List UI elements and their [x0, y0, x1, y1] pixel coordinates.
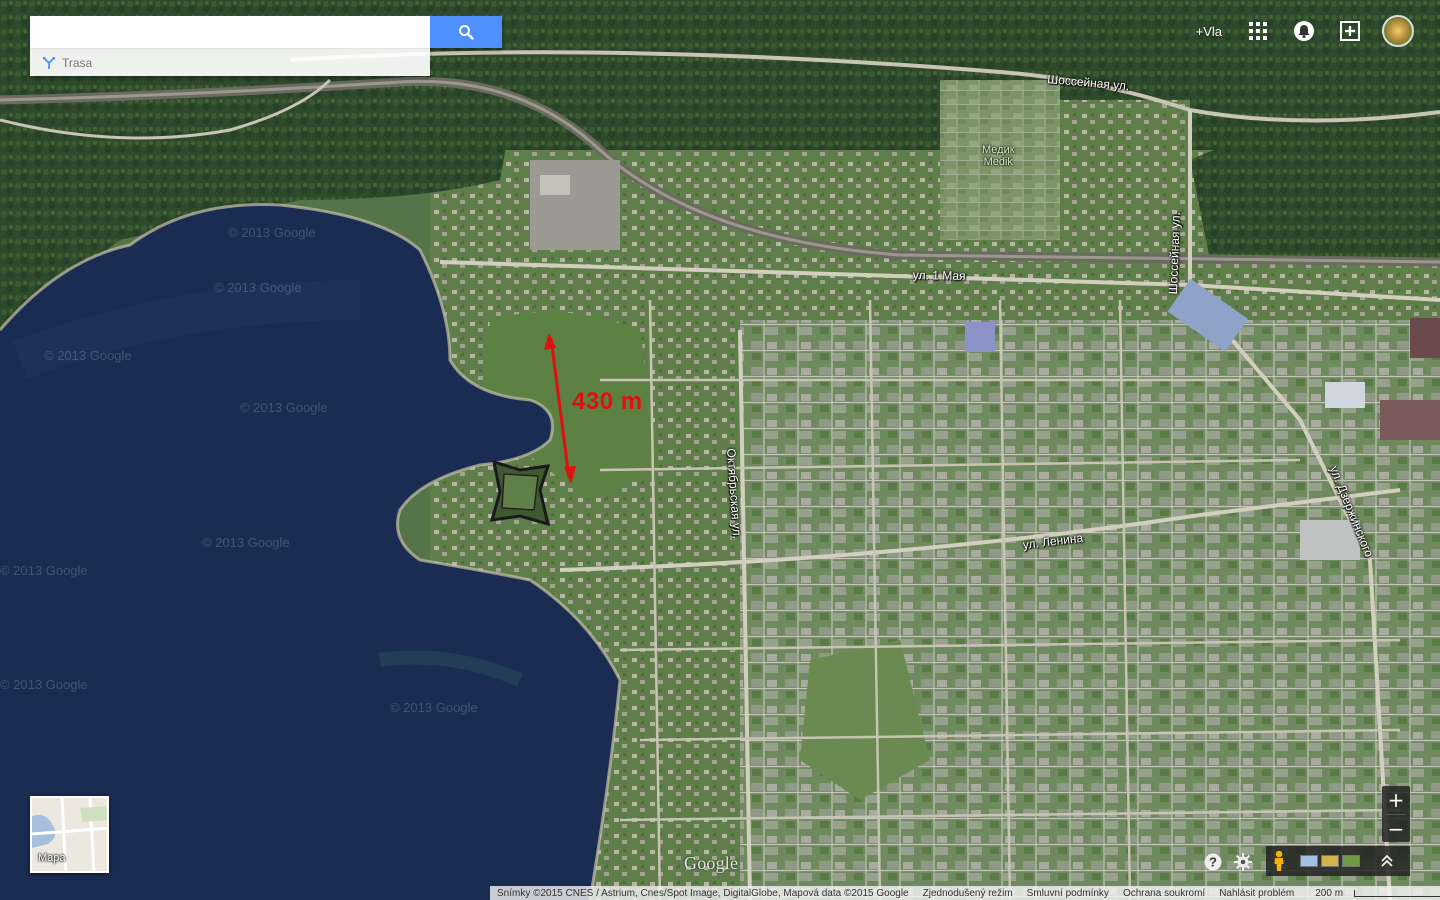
map-mode-toggle[interactable]: Mapa — [30, 796, 109, 873]
street-label-1-maya: ул. 1 Мая — [912, 268, 966, 283]
chevron-up-icon — [1381, 854, 1393, 867]
satellite-map[interactable]: © 2013 Google © 2013 Google © 2013 Googl… — [0, 0, 1440, 900]
account-bar: +Vla — [1196, 14, 1414, 48]
scale-line — [1354, 889, 1440, 897]
imagery-watermark: © 2013 Google — [228, 225, 316, 240]
report-problem-link[interactable]: Nahlásit problém — [1212, 888, 1301, 899]
imagery-watermark: © 2013 Google — [44, 348, 132, 363]
distance-annotation: 430 m — [572, 388, 643, 415]
gear-icon — [1234, 853, 1252, 871]
street-label-shosseinaya-vertical: Шоссейная ул. — [1166, 211, 1183, 295]
scale-bar[interactable]: 200 m — [1301, 888, 1440, 899]
imagery-watermark: © 2013 Google — [240, 400, 328, 415]
directions-label: Trasa — [62, 55, 93, 70]
scale-label: 200 m — [1315, 887, 1344, 899]
privacy-link[interactable]: Ochrana soukromí — [1116, 888, 1212, 899]
search-panel: Trasa — [30, 16, 502, 76]
google-logo: Google — [684, 853, 739, 873]
imagery-panel — [1266, 846, 1410, 876]
minimap-label: Mapa — [38, 852, 66, 864]
imagery-watermark: © 2013 Google — [0, 677, 88, 692]
search-input[interactable] — [30, 16, 430, 48]
notifications-bell-icon — [1294, 21, 1314, 41]
search-button[interactable] — [430, 16, 502, 48]
expand-imagery-button[interactable] — [1381, 854, 1393, 868]
terms-link[interactable]: Smluvní podmínky — [1020, 888, 1116, 899]
place-label-medik: Медик Medik — [982, 144, 1015, 168]
zoom-in-button[interactable]: + — [1382, 786, 1410, 814]
map-footer: Snímky ©2015 CNES / Astrium, Cnes/Spot I… — [490, 886, 1440, 900]
search-row — [30, 16, 502, 48]
simplified-mode-link[interactable]: Zjednodušený režim — [916, 888, 1020, 899]
svg-text:?: ? — [1209, 855, 1217, 870]
imagery-watermark: © 2013 Google — [202, 535, 290, 550]
imagery-thumb-terrain[interactable] — [1342, 855, 1360, 867]
imagery-watermark: © 2013 Google — [0, 563, 88, 578]
map-imagery — [0, 0, 1440, 900]
apps-button[interactable] — [1244, 17, 1272, 45]
place-label-medik-ru: Медик — [982, 144, 1015, 156]
pegman-button[interactable] — [1272, 850, 1286, 872]
share-button[interactable] — [1336, 17, 1364, 45]
search-icon — [459, 25, 474, 40]
imagery-thumb-water[interactable] — [1300, 855, 1318, 867]
add-share-icon — [1340, 21, 1360, 41]
user-avatar[interactable] — [1382, 15, 1414, 47]
imagery-attribution: Snímky ©2015 CNES / Astrium, Cnes/Spot I… — [497, 887, 909, 899]
help-button[interactable]: ? — [1200, 849, 1226, 875]
help-icon: ? — [1204, 853, 1222, 871]
settings-button[interactable] — [1230, 849, 1256, 875]
imagery-watermark: © 2013 Google — [214, 280, 302, 295]
zoom-controls: + − — [1382, 786, 1410, 842]
fortress-outline — [489, 459, 551, 527]
imagery-thumb-earth[interactable] — [1321, 855, 1339, 867]
zoom-out-button[interactable]: − — [1382, 815, 1410, 843]
notifications-button[interactable] — [1290, 17, 1318, 45]
place-label-medik-cs: Medik — [983, 156, 1013, 168]
google-plus-link[interactable]: +Vla — [1196, 24, 1222, 39]
apps-grid-icon — [1249, 22, 1267, 40]
directions-link[interactable]: Trasa — [30, 48, 430, 76]
pegman-icon — [1274, 850, 1284, 871]
directions-icon — [43, 56, 55, 69]
imagery-watermark: © 2013 Google — [390, 700, 478, 715]
map-tools: ? — [1200, 848, 1260, 876]
